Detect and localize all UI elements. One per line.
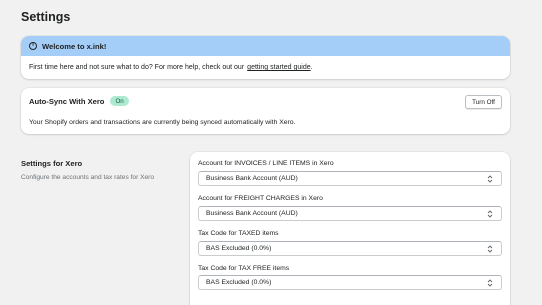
welcome-banner: i Welcome to x.ink! First time here and … <box>21 36 510 79</box>
chevron-up-down-icon <box>487 210 493 218</box>
banner-link-suffix: . <box>310 64 313 71</box>
banner-body: First time here and not sure what to do?… <box>21 56 510 79</box>
auto-sync-title-text: Auto-Sync With Xero <box>29 96 105 106</box>
banner-text: First time here and not sure what to do?… <box>29 64 245 71</box>
taxed-code-value: BAS Excluded (0.0%) <box>206 245 272 252</box>
invoices-account-value: Business Bank Account (AUD) <box>206 175 298 182</box>
getting-started-link[interactable]: getting started guide <box>247 64 310 71</box>
tax-free-code-select[interactable]: BAS Excluded (0.0%) <box>198 275 502 290</box>
chevron-up-down-icon <box>487 245 493 253</box>
tax-free-code-value: BAS Excluded (0.0%) <box>206 279 272 286</box>
page-title: Settings <box>21 10 71 24</box>
freight-account-value: Business Bank Account (AUD) <box>206 210 298 217</box>
tax-free-code-label: Tax Code for TAX FREE items <box>198 265 290 272</box>
chevron-up-down-icon <box>487 175 493 183</box>
status-badge: On <box>110 96 129 106</box>
xero-section-title: Settings for Xero <box>21 159 83 168</box>
invoices-account-label: Account for INVOICES / LINE ITEMS in Xer… <box>198 160 334 167</box>
auto-sync-card: Auto-Sync With Xero On Turn Off Your Sho… <box>21 88 510 134</box>
xero-section-description: Configure the accounts and tax rates for… <box>21 174 155 181</box>
turn-off-button[interactable]: Turn Off <box>465 95 502 109</box>
auto-sync-description: Your Shopify orders and transactions are… <box>29 119 296 126</box>
taxed-code-select[interactable]: BAS Excluded (0.0%) <box>198 241 502 256</box>
banner-header: i Welcome to x.ink! <box>21 36 510 56</box>
freight-account-label: Account for FREIGHT CHARGES in Xero <box>198 195 323 202</box>
info-icon: i <box>29 42 37 50</box>
freight-account-select[interactable]: Business Bank Account (AUD) <box>198 206 502 221</box>
invoices-account-select[interactable]: Business Bank Account (AUD) <box>198 171 502 186</box>
auto-sync-title: Auto-Sync With Xero On <box>29 96 129 106</box>
xero-settings-card: Account for INVOICES / LINE ITEMS in Xer… <box>190 152 510 305</box>
chevron-up-down-icon <box>487 279 493 287</box>
banner-title: Welcome to x.ink! <box>42 41 107 51</box>
taxed-code-label: Tax Code for TAXED items <box>198 230 279 237</box>
